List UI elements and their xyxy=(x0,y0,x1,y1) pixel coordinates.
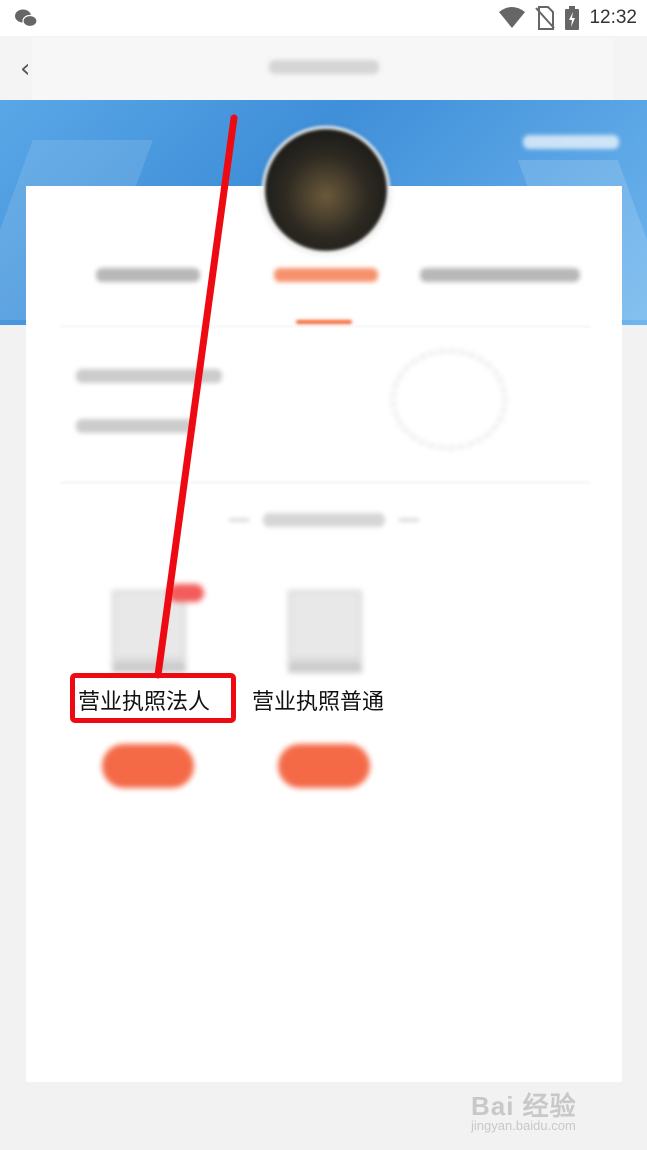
watermark-url: jingyan.baidu.com xyxy=(471,1118,576,1133)
arrow-annotation xyxy=(154,114,238,679)
watermark: Bai 经验 jingyan.baidu.com xyxy=(471,1084,611,1140)
